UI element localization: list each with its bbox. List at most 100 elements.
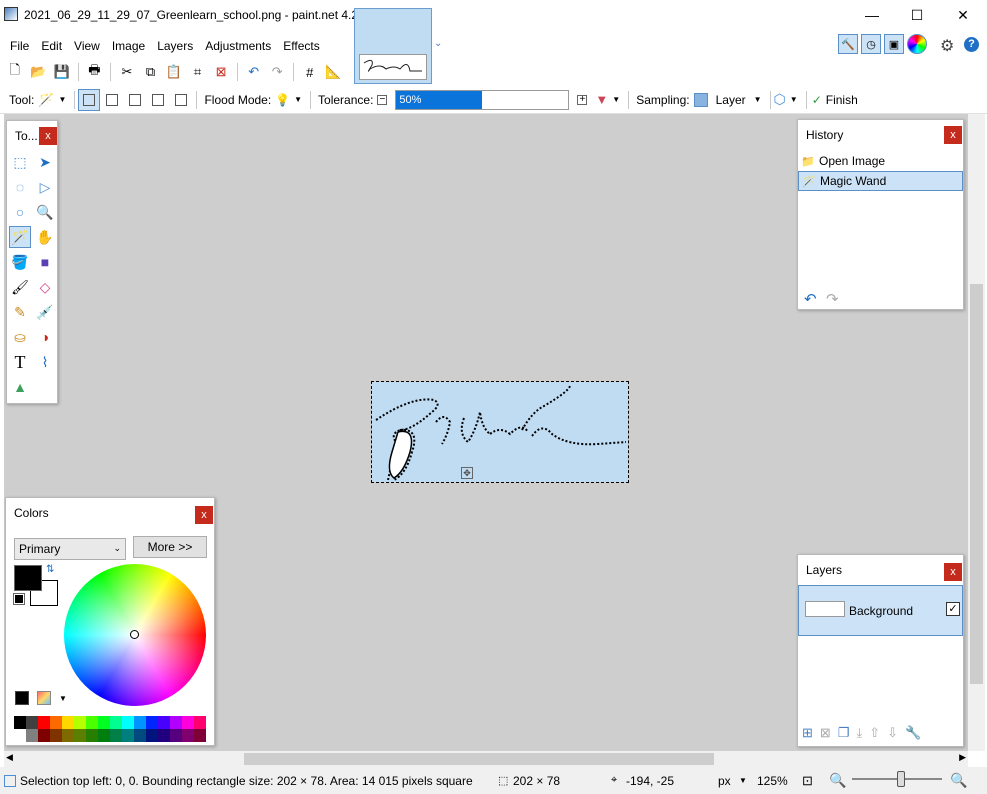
- delete-layer-icon[interactable]: ⊠: [820, 725, 831, 741]
- sampling-value[interactable]: Layer: [716, 93, 746, 107]
- tolerance-decrease-icon[interactable]: −: [377, 94, 388, 105]
- cut-icon[interactable]: ✂: [116, 61, 138, 83]
- minimize-button[interactable]: —: [849, 0, 895, 30]
- finish-check-icon[interactable]: ✓: [812, 93, 822, 107]
- selection-mode-replace[interactable]: [78, 88, 101, 111]
- palette-swatch[interactable]: [194, 729, 206, 742]
- more-colors-button[interactable]: More >>: [133, 536, 207, 558]
- pencil-tool-icon[interactable]: ✎: [9, 301, 31, 323]
- move-layer-up-icon[interactable]: ⇧: [869, 725, 880, 741]
- recolor-tool-icon[interactable]: ◑: [34, 326, 56, 348]
- duplicate-layer-icon[interactable]: ❐: [838, 725, 850, 741]
- ellipse-select-tool-icon[interactable]: ○: [9, 201, 31, 223]
- palette-dropdown-icon[interactable]: ▼: [59, 694, 67, 703]
- palette-swatch[interactable]: [170, 729, 182, 742]
- color-mode-select[interactable]: Primary ⌄: [14, 538, 126, 560]
- palette-swatch[interactable]: [134, 716, 146, 729]
- grid-icon[interactable]: #: [299, 61, 321, 83]
- palette-swatch[interactable]: [50, 729, 62, 742]
- menu-edit[interactable]: Edit: [35, 33, 68, 59]
- zoom-value[interactable]: 125%: [757, 774, 788, 788]
- palette-swatch[interactable]: [26, 716, 38, 729]
- sampling-dropdown-icon[interactable]: ▼: [754, 95, 762, 104]
- history-redo-icon[interactable]: ↷: [826, 290, 839, 308]
- layer-visibility-checkbox[interactable]: ✓: [946, 602, 960, 616]
- selection-shape-dropdown-icon[interactable]: ▼: [790, 95, 798, 104]
- copy-icon[interactable]: ⧉: [140, 61, 162, 83]
- palette-swatch[interactable]: [158, 729, 170, 742]
- history-item-open-image[interactable]: 📁 Open Image: [798, 151, 963, 171]
- palette-swatch[interactable]: [110, 729, 122, 742]
- tab-list-chevron-icon[interactable]: ⌄: [434, 38, 446, 50]
- palette-swatch[interactable]: [122, 716, 134, 729]
- open-file-icon[interactable]: 📂: [28, 61, 50, 83]
- finish-button[interactable]: Finish: [826, 93, 858, 107]
- settings-gear-icon[interactable]: ⚙: [940, 36, 954, 56]
- palette-swatch[interactable]: [62, 716, 74, 729]
- horizontal-scroll-thumb[interactable]: [244, 753, 714, 765]
- colors-window-icon[interactable]: [907, 34, 927, 54]
- paste-icon[interactable]: 📋: [163, 61, 185, 83]
- magic-wand-tool-icon[interactable]: 🪄: [9, 226, 31, 248]
- print-icon[interactable]: 🖶: [84, 61, 106, 83]
- selection-mode-union[interactable]: [101, 89, 123, 111]
- pan-tool-icon[interactable]: ✋: [34, 226, 56, 248]
- tool-dropdown-icon[interactable]: ▼: [59, 95, 67, 104]
- zoom-fit-icon[interactable]: ⊡: [802, 773, 813, 789]
- palette-swatch[interactable]: [122, 729, 134, 742]
- units-dropdown-icon[interactable]: ▼: [739, 776, 747, 785]
- history-panel-close-button[interactable]: x: [944, 126, 962, 144]
- palette-swatch[interactable]: [110, 716, 122, 729]
- selection-mode-intersect[interactable]: [147, 89, 169, 111]
- palette-swatch[interactable]: [26, 729, 38, 742]
- flood-mode-bulb-icon[interactable]: 💡: [275, 93, 290, 107]
- layer-properties-icon[interactable]: 🔧: [905, 725, 921, 741]
- units-select[interactable]: px: [718, 774, 731, 788]
- palette-swatch[interactable]: [98, 729, 110, 742]
- vertical-scroll-thumb[interactable]: [970, 284, 983, 684]
- history-item-magic-wand[interactable]: 🪄 Magic Wand: [798, 171, 963, 191]
- sampling-layer-icon[interactable]: [693, 92, 708, 107]
- text-tool-icon[interactable]: T: [9, 351, 31, 373]
- palette-swatch[interactable]: [38, 729, 50, 742]
- palette-swatch[interactable]: [182, 729, 194, 742]
- palette-swatch[interactable]: [182, 716, 194, 729]
- add-layer-icon[interactable]: ⊞: [802, 725, 813, 741]
- redo-icon[interactable]: ↷: [266, 61, 288, 83]
- move-selected-tool-icon[interactable]: ➤: [34, 151, 56, 173]
- reset-colors-icon[interactable]: [13, 593, 25, 605]
- history-undo-icon[interactable]: ↶: [804, 290, 817, 308]
- crop-icon[interactable]: ⌗: [187, 61, 209, 83]
- palette-swatch[interactable]: [86, 716, 98, 729]
- palette-swatch[interactable]: [146, 716, 158, 729]
- tolerance-slider[interactable]: 50%: [395, 89, 570, 110]
- palette-swatch[interactable]: [194, 716, 206, 729]
- palette-swatch[interactable]: [74, 729, 86, 742]
- menu-file[interactable]: File: [4, 33, 35, 59]
- layers-panel-close-button[interactable]: x: [944, 563, 962, 581]
- colors-panel-close-button[interactable]: x: [195, 506, 213, 524]
- magic-wand-tool-icon[interactable]: 🪄: [38, 92, 54, 108]
- menu-layers[interactable]: Layers: [151, 33, 199, 59]
- deselect-icon[interactable]: ⊠: [210, 61, 232, 83]
- antialiasing-dropdown-icon[interactable]: ▼: [612, 95, 620, 104]
- palette-swatch[interactable]: [14, 716, 26, 729]
- eraser-tool-icon[interactable]: ◇: [34, 276, 56, 298]
- color-wheel[interactable]: [64, 564, 206, 706]
- palette-swatch[interactable]: [170, 716, 182, 729]
- palette-swatch[interactable]: [98, 716, 110, 729]
- palette-menu-icon[interactable]: [37, 691, 51, 705]
- primary-color-swatch[interactable]: [14, 565, 42, 591]
- zoom-out-icon[interactable]: 🔍: [829, 772, 846, 789]
- help-icon[interactable]: ?: [964, 37, 979, 52]
- palette-swatch[interactable]: [134, 729, 146, 742]
- undo-icon[interactable]: ↶: [243, 61, 265, 83]
- menu-adjustments[interactable]: Adjustments: [199, 33, 277, 59]
- rectangle-select-tool-icon[interactable]: ⬚: [9, 151, 31, 173]
- flood-mode-dropdown-icon[interactable]: ▼: [294, 95, 302, 104]
- maximize-button[interactable]: ☐: [894, 0, 940, 30]
- color-picker-tool-icon[interactable]: 💉: [34, 301, 56, 323]
- palette-swatch[interactable]: [146, 729, 158, 742]
- vertical-scrollbar[interactable]: [968, 114, 985, 751]
- swap-colors-icon[interactable]: ⇅: [46, 564, 54, 575]
